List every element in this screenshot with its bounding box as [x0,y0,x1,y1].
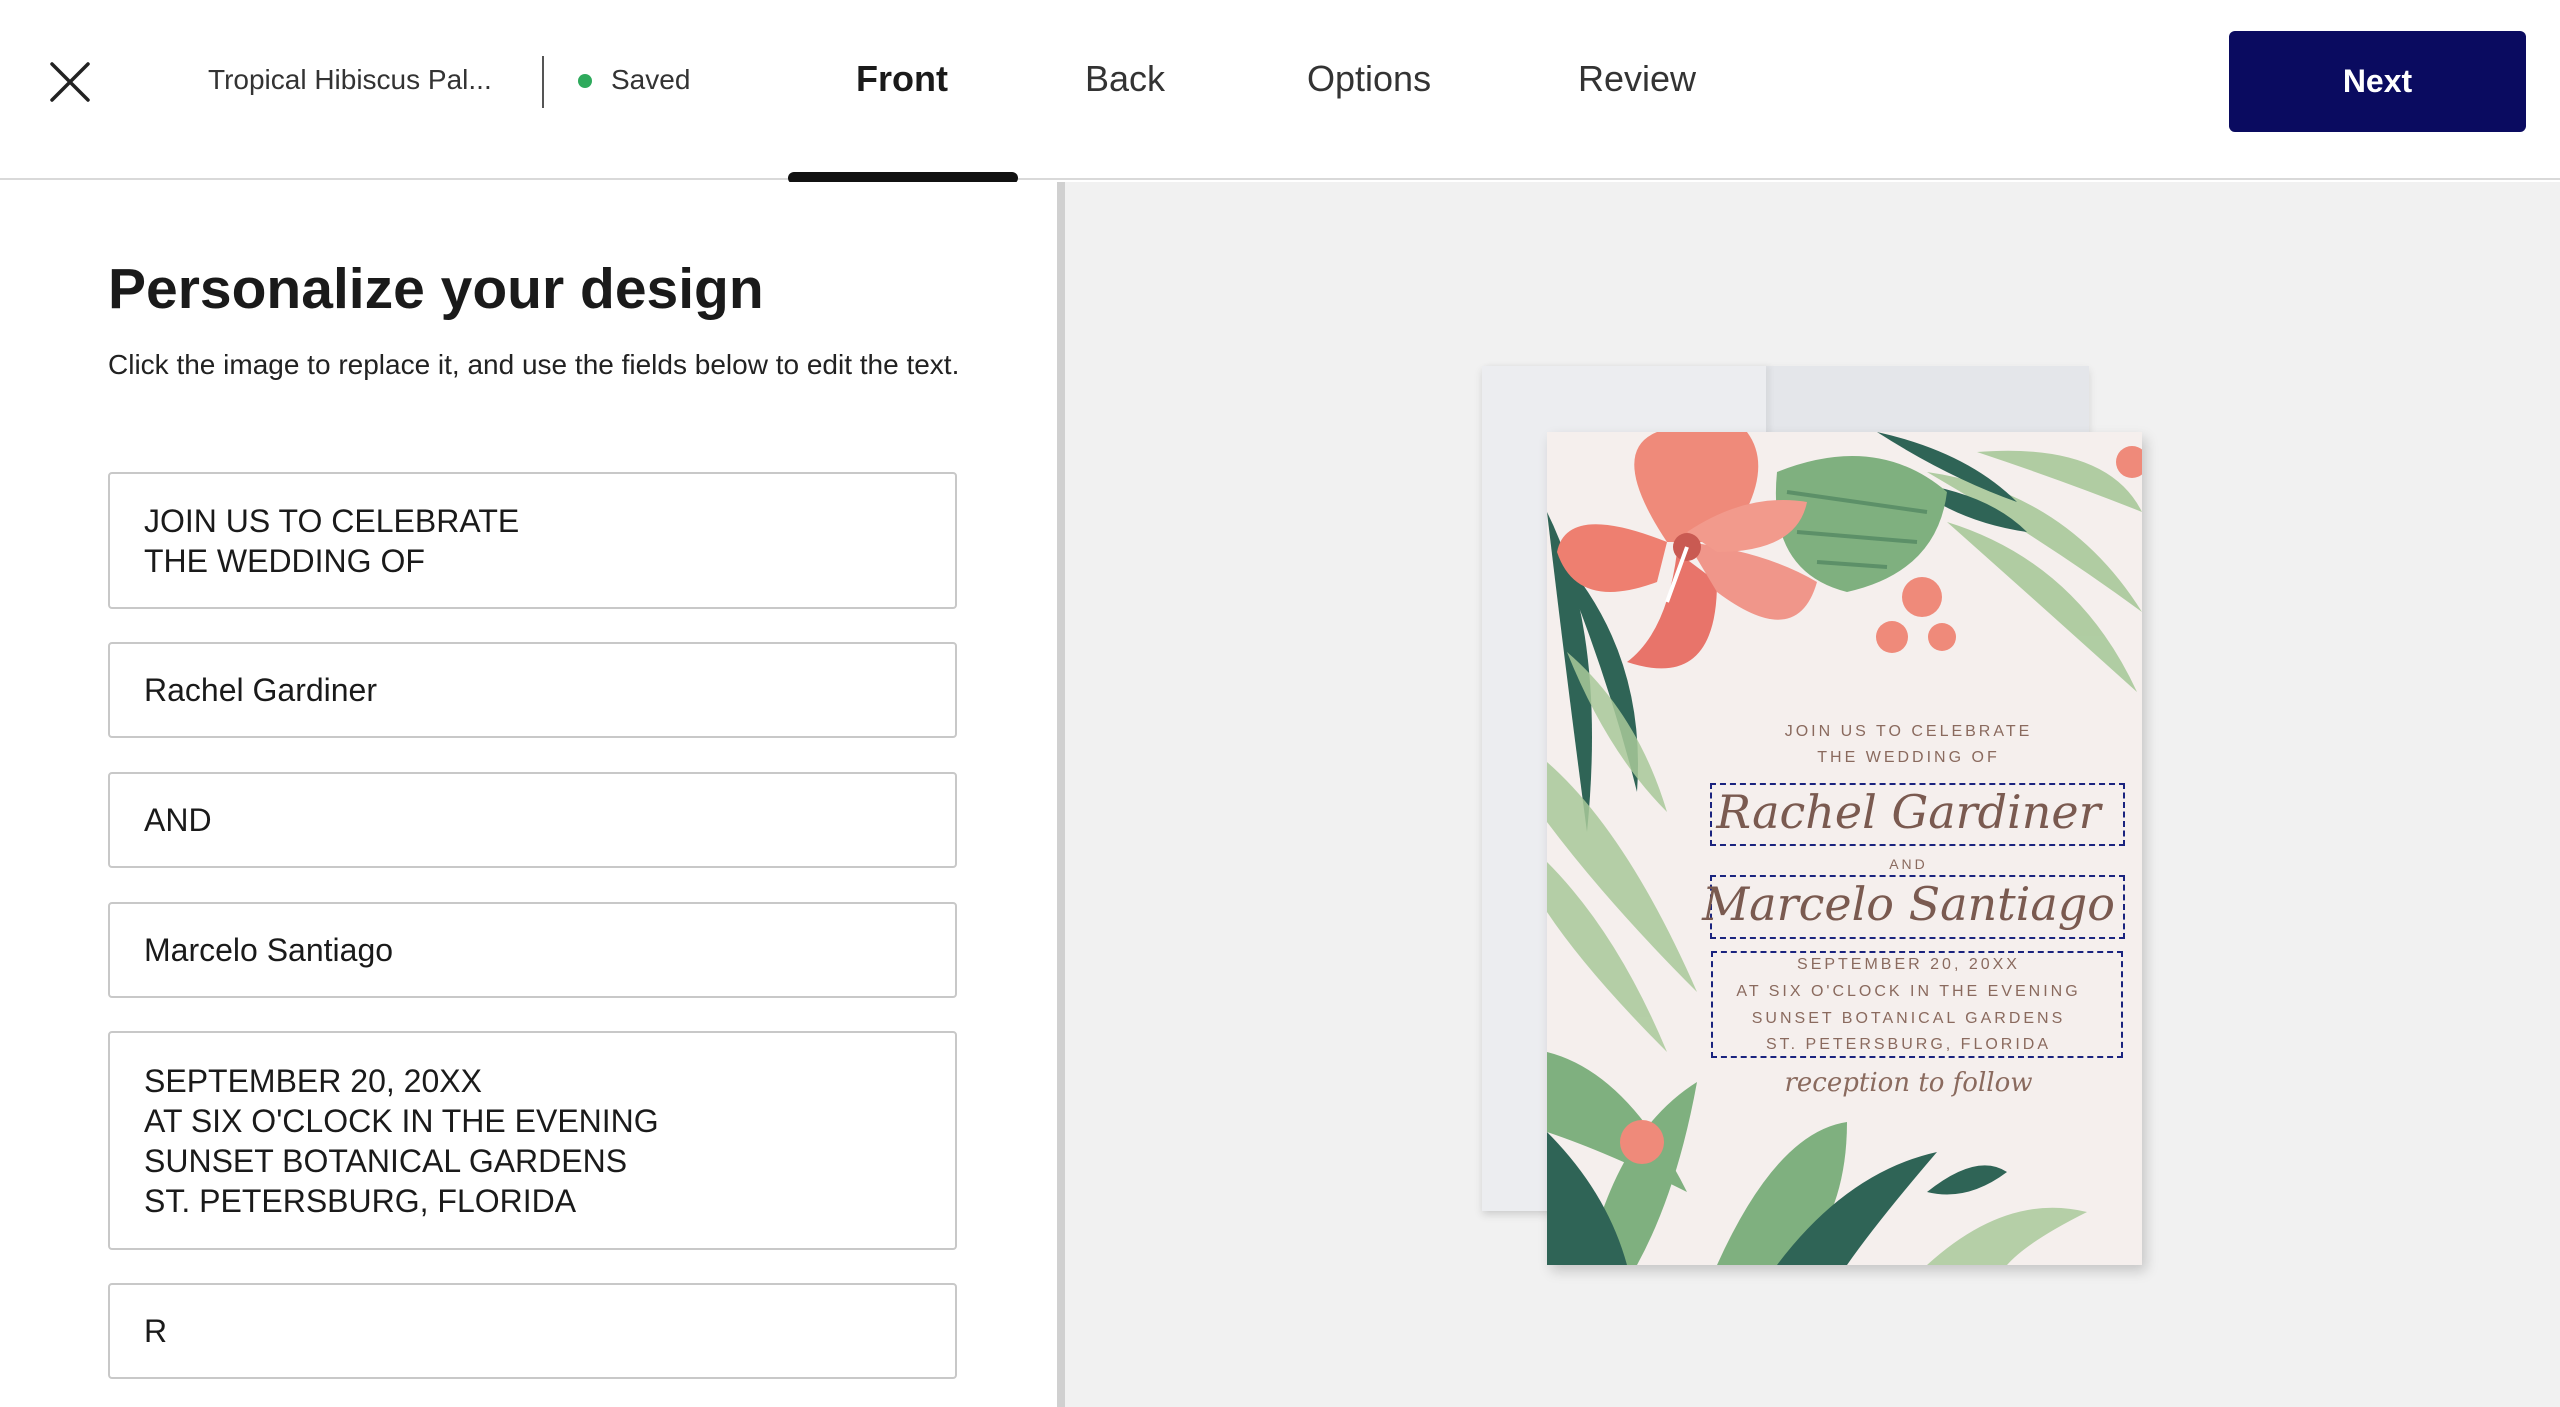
card-detail-line: AT SIX O'CLOCK IN THE EVENING [1736,983,2081,1000]
text-field-name-1[interactable]: Rachel Gardiner [108,642,957,738]
tab-review[interactable]: Review [1578,58,1696,100]
card-name-2: Marcelo Santiago [1702,877,2115,931]
document-title[interactable]: Tropical Hibiscus Pal... [208,64,498,96]
next-button[interactable]: Next [2229,31,2526,132]
text-field-and[interactable]: AND [108,772,957,868]
text-field-reception[interactable]: R [108,1283,957,1379]
card-reception: reception to follow [1784,1068,2033,1098]
text-field-intro[interactable]: JOIN US TO CELEBRATE THE WEDDING OF [108,472,957,609]
top-bar: Tropical Hibiscus Pal... Saved Front Bac… [0,0,2560,180]
saved-status-icon [578,74,592,88]
invitation-card-preview[interactable]: JOIN US TO CELEBRATE THE WEDDING OF Rach… [1547,432,2142,1265]
panel-divider [1057,182,1065,1407]
text-field-name-2[interactable]: Marcelo Santiago [108,902,957,998]
tab-back[interactable]: Back [1085,58,1165,100]
header-divider [542,56,544,108]
card-detail-line: ST. PETERSBURG, FLORIDA [1765,1036,2052,1053]
tropical-floral-artwork[interactable] [1547,432,2142,1265]
saved-status: Saved [611,64,691,95]
personalize-panel: Personalize your design Click the image … [0,182,1057,1407]
close-icon[interactable] [46,58,94,106]
card-and: AND [1889,856,1928,872]
card-name-1: Rachel Gardiner [1716,785,2101,839]
panel-title: Personalize your design [108,257,764,321]
card-intro-line-2: THE WEDDING OF [1817,749,2000,766]
card-detail-line: SEPTEMBER 20, 20XX [1797,956,2020,973]
panel-description: Click the image to replace it, and use t… [108,349,960,380]
card-intro-line-1: JOIN US TO CELEBRATE [1784,723,2033,740]
card-detail-line: SUNSET BOTANICAL GARDENS [1751,1010,2066,1027]
tab-options[interactable]: Options [1307,58,1431,100]
text-field-details[interactable]: SEPTEMBER 20, 20XX AT SIX O'CLOCK IN THE… [108,1031,957,1250]
tab-front[interactable]: Front [856,58,948,100]
